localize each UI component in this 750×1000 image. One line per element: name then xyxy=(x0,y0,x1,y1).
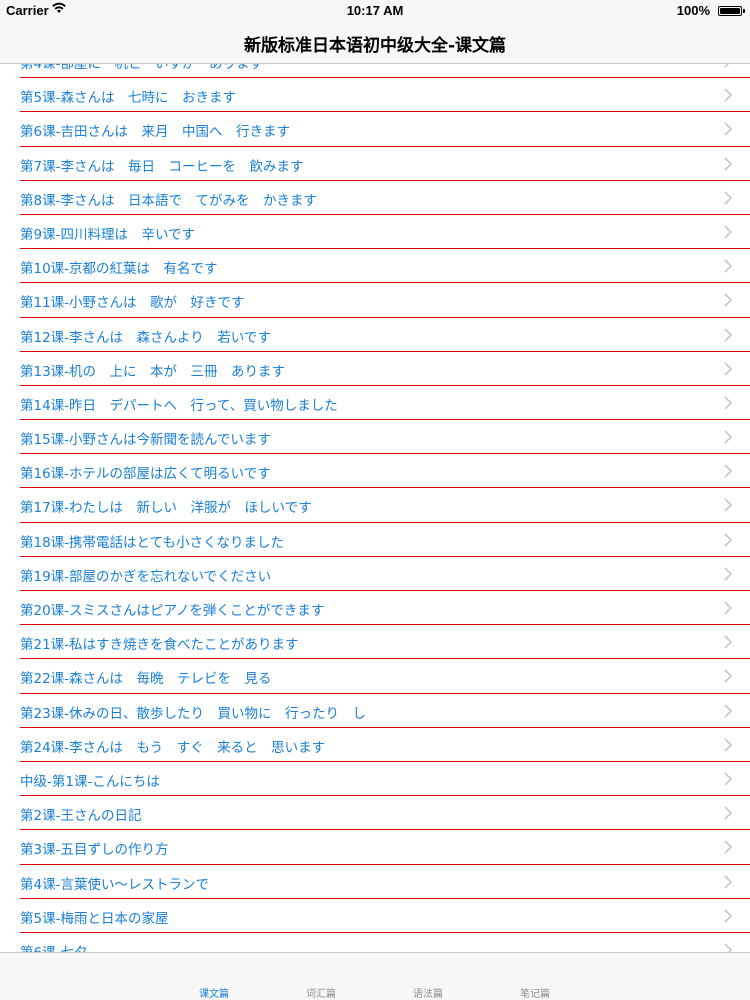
chevron-right-icon xyxy=(724,190,733,205)
list-item[interactable]: 第16课-ホテルの部屋は広くて明るいです xyxy=(20,454,750,489)
list-item-label: 第6课-七夕 xyxy=(20,941,87,952)
chevron-right-icon xyxy=(724,668,733,683)
list-item[interactable]: 第4课-言葉使い～レストランで xyxy=(20,865,750,899)
chevron-right-icon xyxy=(724,361,733,376)
chevron-right-icon xyxy=(724,874,733,889)
chevron-right-icon xyxy=(724,463,733,478)
list-item-label: 第7课-李さんは 毎日 コーヒーを 飲みます xyxy=(20,158,304,175)
tab-grammar[interactable]: 语法篇 xyxy=(398,985,458,1000)
list-item[interactable]: 第15课-小野さんは今新聞を読んでいます xyxy=(20,420,750,455)
list-item-label: 第24课-李さんは もう すぐ 来ると 思います xyxy=(20,739,326,756)
list-item-label: 第4课-言葉使い～レストランで xyxy=(20,876,209,893)
list-item-label: 第4课-部屋に 机と いすが あります xyxy=(20,64,263,72)
chevron-right-icon xyxy=(724,532,733,547)
list-item[interactable]: 第9课-四川料理は 辛いです xyxy=(20,215,750,250)
list-item-label: 第19课-部屋のかぎを忘れないでください xyxy=(20,568,272,585)
list-item-label: 第21课-私はすき焼きを食べたことがあります xyxy=(20,637,299,654)
chevron-right-icon xyxy=(724,737,733,752)
list-item[interactable]: 第14课-昨日 デパートへ 行って、買い物しました xyxy=(20,386,750,421)
list-item[interactable]: 第20课-スミスさんはピアノを弾くことができます xyxy=(20,591,750,626)
lesson-list[interactable]: 第4课-部屋に 机と いすが あります第5课-森さんは 七時に おきます第6课-… xyxy=(0,64,750,952)
chevron-right-icon xyxy=(724,600,733,615)
list-item-label: 第15课-小野さんは今新聞を読んでいます xyxy=(20,432,271,449)
chevron-right-icon xyxy=(724,156,733,171)
chevron-right-icon xyxy=(724,942,733,952)
list-item[interactable]: 第8课-李さんは 日本語で てがみを かきます xyxy=(20,181,750,215)
list-item-label: 第17课-わたしは 新しい 洋服が ほしいです xyxy=(20,500,312,517)
battery-icon xyxy=(718,6,745,16)
list-item-label: 第2课-王さんの日記 xyxy=(20,808,142,825)
chevron-right-icon xyxy=(724,771,733,786)
list-item[interactable]: 第10课-京都の紅葉は 有名です xyxy=(20,249,750,284)
list-item[interactable]: 第4课-部屋に 机と いすが あります xyxy=(20,64,750,79)
tab-vocabulary[interactable]: 词汇篇 xyxy=(291,985,351,1000)
list-item[interactable]: 第5课-森さんは 七時に おきます xyxy=(20,78,750,113)
list-item-label: 第12课-李さんは 森さんより 若いです xyxy=(20,329,271,346)
clock: 10:17 AM xyxy=(346,3,404,18)
list-item[interactable]: 第6课-七夕 xyxy=(20,933,750,952)
chevron-right-icon xyxy=(724,908,733,923)
list-item-label: 第6课-吉田さんは 来月 中国へ 行きます xyxy=(20,124,290,141)
tab-bar: 课文篇 词汇篇 语法篇 笔记篇 xyxy=(0,952,750,1000)
chevron-right-icon xyxy=(724,292,733,307)
chevron-right-icon xyxy=(724,566,733,581)
list-item-label: 第20课-スミスさんはピアノを弾くことができます xyxy=(20,603,325,619)
navigation-bar: 新版标准日本语初中级大全-课文篇 xyxy=(0,22,750,64)
list-item-label: 第5课-梅雨と日本の家屋 xyxy=(20,910,169,927)
tab-texts[interactable]: 课文篇 xyxy=(184,985,244,1000)
list-item-label: 第23课-休みの日、散歩したり 買い物に 行ったり し xyxy=(20,705,367,722)
list-item[interactable]: 第19课-部屋のかぎを忘れないでください xyxy=(20,557,750,591)
list-item-label: 第18课-携帯電話はとても小さくなりました xyxy=(20,534,284,551)
list-item[interactable]: 第3课-五目ずしの作り方 xyxy=(20,830,750,865)
list-item[interactable]: 第13课-机の 上に 本が 三冊 あります xyxy=(20,352,750,386)
list-item[interactable]: 第12课-李さんは 森さんより 若いです xyxy=(20,318,750,352)
list-item-label: 第22课-森さんは 毎晩 テレビを 見る xyxy=(20,671,272,688)
list-item[interactable]: 第21课-私はすき焼きを食べたことがあります xyxy=(20,625,750,660)
list-item[interactable]: 第23课-休みの日、散歩したり 買い物に 行ったり し xyxy=(20,694,750,728)
chevron-right-icon xyxy=(724,497,733,513)
battery-percentage: 100% xyxy=(676,3,710,18)
list-item-label: 第5课-森さんは 七時に おきます xyxy=(20,90,236,107)
list-item[interactable]: 第5课-梅雨と日本の家屋 xyxy=(20,899,750,933)
tab-notes[interactable]: 笔记篇 xyxy=(505,985,565,1000)
list-item-label: 第9课-四川料理は 辛いです xyxy=(20,226,196,243)
chevron-right-icon xyxy=(724,224,733,239)
chevron-right-icon xyxy=(724,395,733,410)
chevron-right-icon xyxy=(724,703,733,718)
list-item-label: 第3课-五目ずしの作り方 xyxy=(20,842,169,859)
list-item-label: 第8课-李さんは 日本語で てがみを かきます xyxy=(20,192,317,209)
chevron-right-icon xyxy=(724,327,733,342)
list-item-label: 第10课-京都の紅葉は 有名です xyxy=(20,261,218,278)
list-item[interactable]: 第22课-森さんは 毎晩 テレビを 見る xyxy=(20,659,750,694)
list-item[interactable]: 第7课-李さんは 毎日 コーヒーを 飲みます xyxy=(20,147,750,181)
chevron-right-icon xyxy=(724,805,733,820)
chevron-right-icon xyxy=(724,429,733,444)
list-item[interactable]: 第17课-わたしは 新しい 洋服が ほしいです xyxy=(20,488,750,523)
list-item-label: 第16课-ホテルの部屋は広くて明るいです xyxy=(20,466,271,483)
list-item[interactable]: 第6课-吉田さんは 来月 中国へ 行きます xyxy=(20,112,750,147)
chevron-right-icon xyxy=(724,839,733,854)
chevron-right-icon xyxy=(724,64,732,68)
list-item[interactable]: 第2课-王さんの日記 xyxy=(20,796,750,831)
list-item[interactable]: 第11课-小野さんは 歌が 好きです xyxy=(20,283,750,318)
chevron-right-icon xyxy=(724,87,733,102)
list-item-label: 第13课-机の 上に 本が 三冊 あります xyxy=(20,363,286,380)
status-bar: Carrier 10:17 AM 100% xyxy=(0,0,750,22)
list-item-label: 第14课-昨日 デパートへ 行って、買い物しました xyxy=(20,397,338,414)
chevron-right-icon xyxy=(724,121,733,136)
page-title: 新版标准日本语初中级大全-课文篇 xyxy=(243,36,507,56)
chevron-right-icon xyxy=(724,258,733,273)
list-item[interactable]: 第24课-李さんは もう すぐ 来ると 思います xyxy=(20,728,750,762)
list-item-label: 第11课-小野さんは 歌が 好きです xyxy=(20,295,245,312)
list-item-label: 中级-第1课-こんにちは xyxy=(20,773,160,790)
chevron-right-icon xyxy=(724,634,733,649)
list-item[interactable]: 中级-第1课-こんにちは xyxy=(20,762,750,797)
list-item[interactable]: 第18课-携帯電話はとても小さくなりました xyxy=(20,523,750,557)
